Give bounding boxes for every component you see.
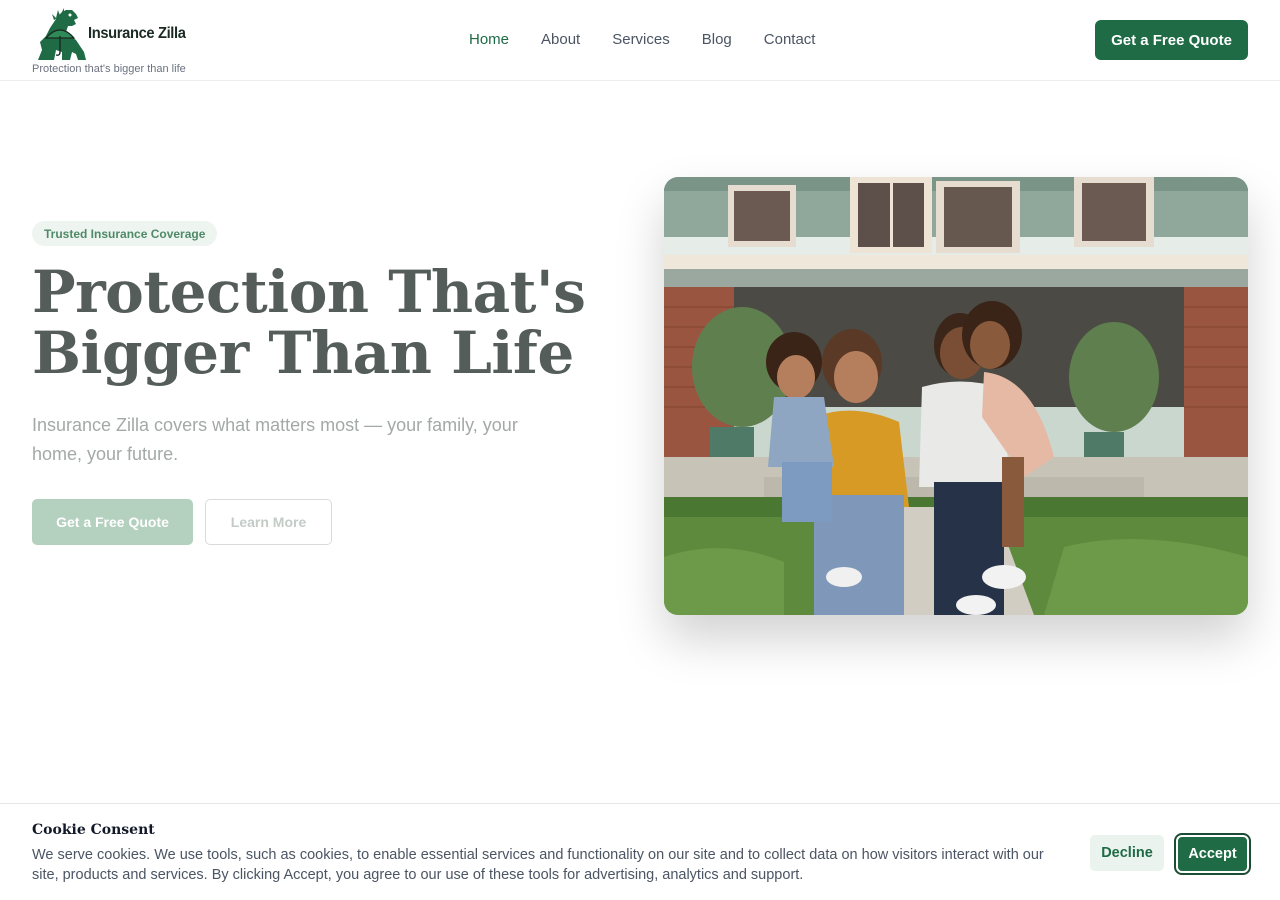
nav-home[interactable]: Home <box>469 30 509 50</box>
learn-more-button[interactable]: Learn More <box>205 499 332 545</box>
cookie-text: We serve cookies. We use tools, such as … <box>32 847 1044 883</box>
accept-button[interactable]: Accept <box>1174 833 1251 875</box>
logo[interactable]: Insurance Zilla <box>32 6 194 62</box>
decline-button[interactable]: Decline <box>1090 835 1164 871</box>
brand-tagline: Protection that's bigger than life <box>32 63 186 75</box>
site-header: Insurance Zilla Protection that's bigger… <box>0 0 1280 81</box>
nav-contact[interactable]: Contact <box>764 30 816 50</box>
zilla-logo-icon <box>38 8 86 60</box>
family-house-photo <box>664 177 1248 615</box>
nav-services[interactable]: Services <box>612 30 670 50</box>
nav-blog[interactable]: Blog <box>702 30 732 50</box>
cookie-consent-bar: Cookie Consent We serve cookies. We use … <box>0 803 1280 900</box>
logo-wordmark: Insurance Zilla <box>88 25 186 42</box>
hero-quote-button[interactable]: Get a Free Quote <box>32 499 193 545</box>
header-quote-button[interactable]: Get a Free Quote <box>1095 20 1248 60</box>
nav-about[interactable]: About <box>541 30 580 50</box>
hero-title: Protection That's Bigger Than Life <box>32 262 592 384</box>
main-nav: Home About Services Blog Contact <box>469 30 815 50</box>
hero-badge: Trusted Insurance Coverage <box>32 221 218 246</box>
hero-subtitle: Insurance Zilla covers what matters most… <box>32 415 518 464</box>
hero-title-line-2: Bigger Than Life <box>32 319 574 387</box>
hero-title-line-1: Protection That's <box>32 258 586 326</box>
cookie-title: Cookie Consent <box>32 822 155 838</box>
